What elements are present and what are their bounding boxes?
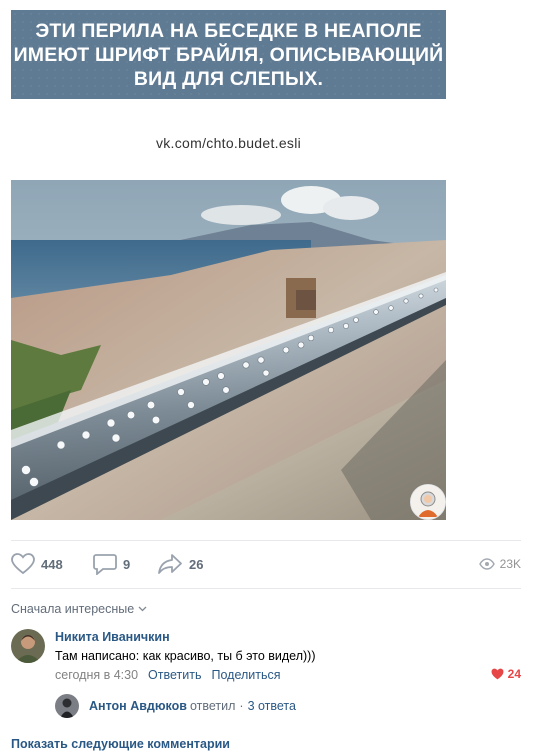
post-title-banner: ЭТИ ПЕРИЛА НА БЕСЕДКЕ В НЕАПОЛЕ ИМЕЮТ ШР… bbox=[11, 10, 446, 99]
community-avatar[interactable] bbox=[410, 484, 446, 520]
photo-railing-naples bbox=[11, 180, 446, 520]
share-comment-link[interactable]: Поделиться bbox=[211, 668, 280, 682]
user-photo-icon bbox=[55, 694, 79, 718]
banner-line: ИМЕЮТ ШРИФТ БРАЙЛЯ, ОПИСЫВАЮЩИЙ bbox=[13, 43, 444, 66]
share-arrow-icon bbox=[158, 554, 182, 574]
heart-icon bbox=[11, 553, 35, 575]
comment-button[interactable]: 9 bbox=[93, 552, 130, 576]
comment-meta: сегодня в 4:30 Ответить Поделиться bbox=[55, 668, 281, 682]
reply-author-name[interactable]: Антон Авдюков bbox=[89, 699, 187, 713]
replies-thread-link[interactable]: Антон Авдюков ответил · 3 ответа bbox=[89, 699, 296, 713]
divider bbox=[11, 588, 521, 589]
banner-line: ЭТИ ПЕРИЛА НА БЕСЕДКЕ В НЕАПОЛЕ bbox=[35, 19, 422, 42]
comment-time[interactable]: сегодня в 4:30 bbox=[55, 668, 138, 682]
post-photo[interactable] bbox=[11, 180, 446, 520]
comment-sort-dropdown[interactable]: Сначала интересные bbox=[11, 602, 147, 616]
like-count: 448 bbox=[41, 556, 63, 572]
show-more-comments-link[interactable]: Показать следующие комментарии bbox=[11, 737, 230, 751]
separator-dot: · bbox=[239, 699, 244, 713]
comment-like-count: 24 bbox=[507, 667, 521, 681]
views-counter: 23K bbox=[478, 552, 521, 576]
comment-text: Там написано: как красиво, ты б это виде… bbox=[55, 649, 316, 663]
comment-count: 9 bbox=[123, 556, 131, 572]
comment-author-name[interactable]: Никита Иваничкин bbox=[55, 630, 170, 644]
reply-link[interactable]: Ответить bbox=[148, 668, 201, 682]
post-actions-bar: 448 9 26 23K bbox=[11, 552, 521, 576]
comment-author-avatar[interactable] bbox=[11, 629, 45, 663]
heart-filled-icon bbox=[491, 668, 504, 680]
source-link-text: vk.com/chto.budet.esli bbox=[155, 135, 302, 151]
eye-icon bbox=[478, 558, 495, 570]
chevron-down-icon bbox=[138, 606, 147, 612]
astronaut-avatar-icon bbox=[411, 485, 445, 519]
like-button[interactable]: 448 bbox=[11, 552, 63, 576]
share-count: 26 bbox=[189, 556, 204, 572]
share-button[interactable]: 26 bbox=[157, 552, 203, 576]
replies-count[interactable]: 3 ответа bbox=[248, 699, 296, 713]
divider bbox=[11, 540, 521, 541]
views-count: 23K bbox=[499, 557, 521, 571]
user-photo-icon bbox=[11, 629, 45, 663]
comment-like-button[interactable]: 24 bbox=[491, 667, 521, 681]
reply-author-avatar[interactable] bbox=[55, 694, 79, 718]
banner-line: ВИД ДЛЯ СЛЕПЫХ. bbox=[133, 67, 324, 90]
reply-verb: ответил bbox=[189, 699, 236, 713]
comment-icon bbox=[93, 554, 117, 575]
sort-label: Сначала интересные bbox=[11, 602, 135, 616]
